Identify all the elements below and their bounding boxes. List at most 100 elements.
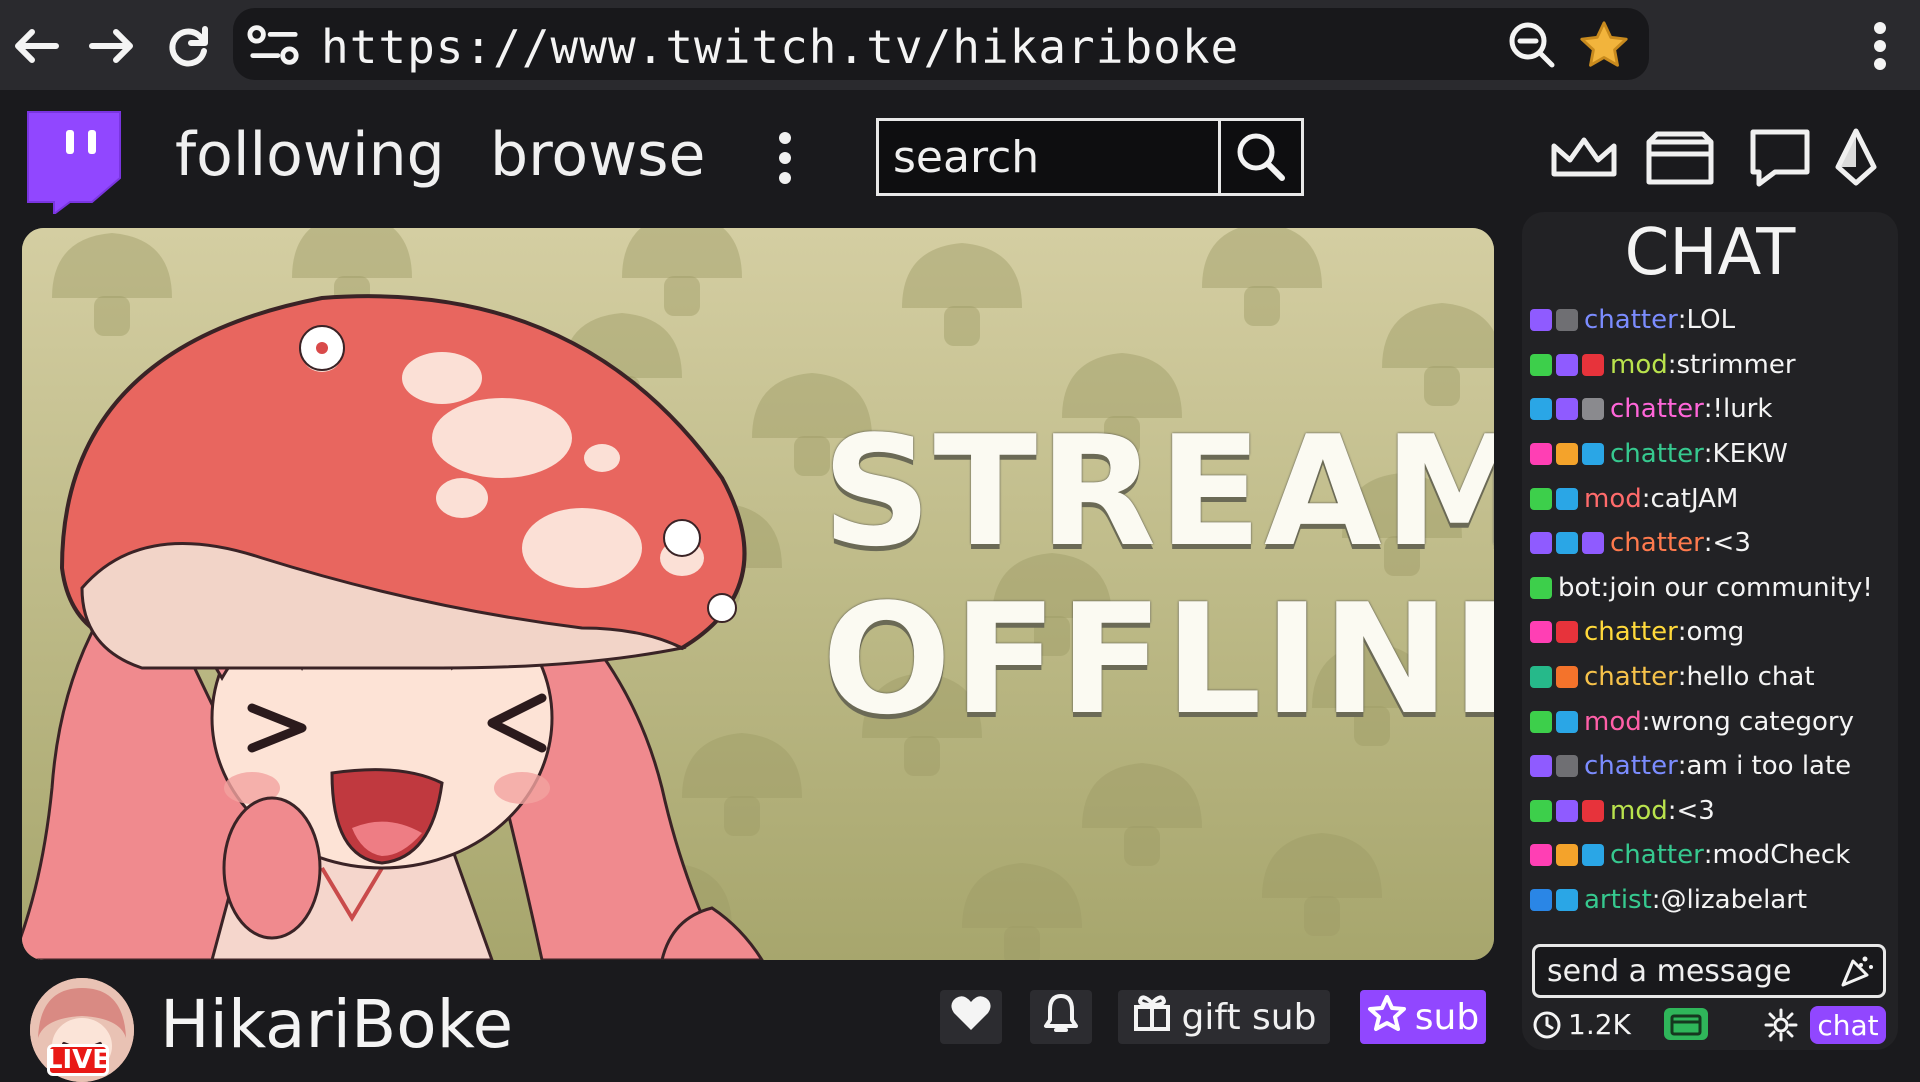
chat-badge-icon[interactable]: [1530, 443, 1552, 466]
chat-badge-icon[interactable]: [1582, 844, 1604, 867]
chat-badge-icon[interactable]: [1556, 309, 1578, 332]
chat-badge-icon[interactable]: [1582, 532, 1604, 555]
site-settings-icon[interactable]: [247, 18, 301, 72]
chat-badge-icon[interactable]: [1556, 487, 1578, 510]
chat-badge-icon[interactable]: [1556, 353, 1578, 376]
chat-badge-icon[interactable]: [1530, 799, 1552, 822]
chat-username[interactable]: bot: [1558, 573, 1601, 603]
search-input[interactable]: [879, 121, 1223, 193]
chat-separator: :: [1667, 795, 1677, 826]
subscribe-button[interactable]: sub: [1360, 990, 1486, 1044]
chat-separator: :: [1703, 840, 1713, 871]
chat-badge-icon[interactable]: [1556, 398, 1578, 421]
channel-points-icon[interactable]: [1662, 1006, 1710, 1046]
chat-message: mod: strimmer: [1530, 343, 1898, 388]
chat-message-text: !lurk: [1712, 394, 1773, 425]
search-box: [876, 118, 1304, 196]
chat-badge-icon[interactable]: [1556, 844, 1578, 867]
chat-message-text: join our community!: [1609, 572, 1873, 603]
sub-star-icon: [1367, 994, 1407, 1041]
chat-username[interactable]: chatter: [1610, 840, 1704, 870]
chat-username[interactable]: chatter: [1610, 528, 1704, 558]
chat-username[interactable]: mod: [1584, 484, 1642, 514]
chat-username[interactable]: mod: [1584, 707, 1642, 737]
chat-badge-icon[interactable]: [1530, 844, 1552, 867]
chat-badge-icon[interactable]: [1556, 532, 1578, 555]
emote-picker-icon[interactable]: [1839, 953, 1875, 993]
chat-username[interactable]: chatter: [1610, 394, 1704, 424]
zoom-out-icon[interactable]: [1505, 18, 1559, 72]
chat-badge-icon[interactable]: [1556, 443, 1578, 466]
settings-gear-icon[interactable]: [1764, 1008, 1798, 1046]
chat-badge-icon[interactable]: [1556, 710, 1578, 733]
follow-button[interactable]: [940, 990, 1002, 1044]
chat-username[interactable]: artist: [1584, 885, 1652, 915]
chat-badge-icon[interactable]: [1530, 666, 1552, 689]
chat-badge-icon[interactable]: [1556, 799, 1578, 822]
chat-username[interactable]: mod: [1610, 796, 1668, 826]
chat-badge-icon[interactable]: [1556, 889, 1578, 912]
chat-separator: :: [1677, 751, 1687, 782]
chat-message: chatter: omg: [1530, 610, 1898, 655]
chat-message: artist: @lizabelart: [1530, 878, 1898, 923]
gift-sub-button[interactable]: gift sub: [1118, 990, 1330, 1044]
notifications-button[interactable]: [1030, 990, 1092, 1044]
chat-badge-icon[interactable]: [1530, 889, 1552, 912]
chat-badge-icon[interactable]: [1530, 487, 1552, 510]
more-dots-icon[interactable]: [745, 120, 825, 196]
crown-icon[interactable]: [1542, 120, 1626, 196]
chat-message: mod: catJAM: [1530, 476, 1898, 521]
kebab-menu-icon[interactable]: [1852, 18, 1908, 74]
chat-message-text: KEKW: [1712, 439, 1788, 470]
chat-badge-icon[interactable]: [1530, 309, 1552, 332]
channel-name[interactable]: HikariBoke: [160, 986, 513, 1063]
chat-username[interactable]: chatter: [1610, 439, 1704, 469]
chat-input[interactable]: [1535, 947, 1835, 995]
chat-separator: :: [1677, 617, 1687, 648]
nav-browse[interactable]: browse: [490, 120, 705, 190]
address-bar[interactable]: https://www.twitch.tv/hikariboke: [233, 8, 1649, 80]
chat-badge-icon[interactable]: [1556, 755, 1578, 778]
back-arrow-icon[interactable]: [8, 18, 64, 74]
forward-arrow-icon[interactable]: [84, 18, 140, 74]
chat-badge-icon[interactable]: [1530, 353, 1552, 376]
chat-username[interactable]: mod: [1610, 350, 1668, 380]
url-text[interactable]: https://www.twitch.tv/hikariboke: [321, 20, 1239, 74]
offline-line-1: STREAM: [822, 403, 1494, 580]
search-icon[interactable]: [1218, 121, 1301, 193]
chat-message-text: omg: [1686, 617, 1745, 648]
chat-badge-icon[interactable]: [1556, 666, 1578, 689]
chat-message: mod: wrong category: [1530, 699, 1898, 744]
chat-badge-icon[interactable]: [1530, 576, 1552, 599]
chat-username[interactable]: chatter: [1584, 662, 1678, 692]
twitch-logo[interactable]: [18, 102, 128, 216]
chat-badge-icon[interactable]: [1556, 621, 1578, 644]
chat-badge-icon[interactable]: [1530, 755, 1552, 778]
chat-badge-icon[interactable]: [1582, 799, 1604, 822]
offline-line-2: OFFLINE: [822, 571, 1494, 748]
chat-message: mod: <3: [1530, 789, 1898, 834]
chat-badge-icon[interactable]: [1582, 443, 1604, 466]
reload-icon[interactable]: [160, 18, 216, 74]
bits-icon[interactable]: [1818, 120, 1894, 196]
chat-panel: CHAT chatter: LOL mod: strimmer chatter: !…: [1522, 212, 1898, 1050]
nav-following[interactable]: following: [175, 120, 445, 190]
chat-username[interactable]: chatter: [1584, 305, 1678, 335]
chat-username[interactable]: chatter: [1584, 751, 1678, 781]
chat-separator: :: [1703, 439, 1713, 470]
video-player[interactable]: STREAM OFFLINE: [22, 228, 1494, 960]
inbox-icon[interactable]: [1638, 120, 1722, 196]
chat-badge-icon[interactable]: [1530, 710, 1552, 733]
chat-badge-icon[interactable]: [1582, 398, 1604, 421]
whisper-icon[interactable]: [1738, 120, 1822, 196]
chat-separator: :: [1641, 483, 1651, 514]
chat-username[interactable]: chatter: [1584, 617, 1678, 647]
chat-send-button[interactable]: chat: [1810, 1006, 1886, 1044]
chat-separator: :: [1641, 706, 1651, 737]
chat-badge-icon[interactable]: [1530, 621, 1552, 644]
star-icon[interactable]: [1577, 18, 1631, 72]
chat-badge-icon[interactable]: [1530, 398, 1552, 421]
gift-sub-label: gift sub: [1181, 996, 1317, 1038]
chat-badge-icon[interactable]: [1530, 532, 1552, 555]
chat-badge-icon[interactable]: [1582, 353, 1604, 376]
